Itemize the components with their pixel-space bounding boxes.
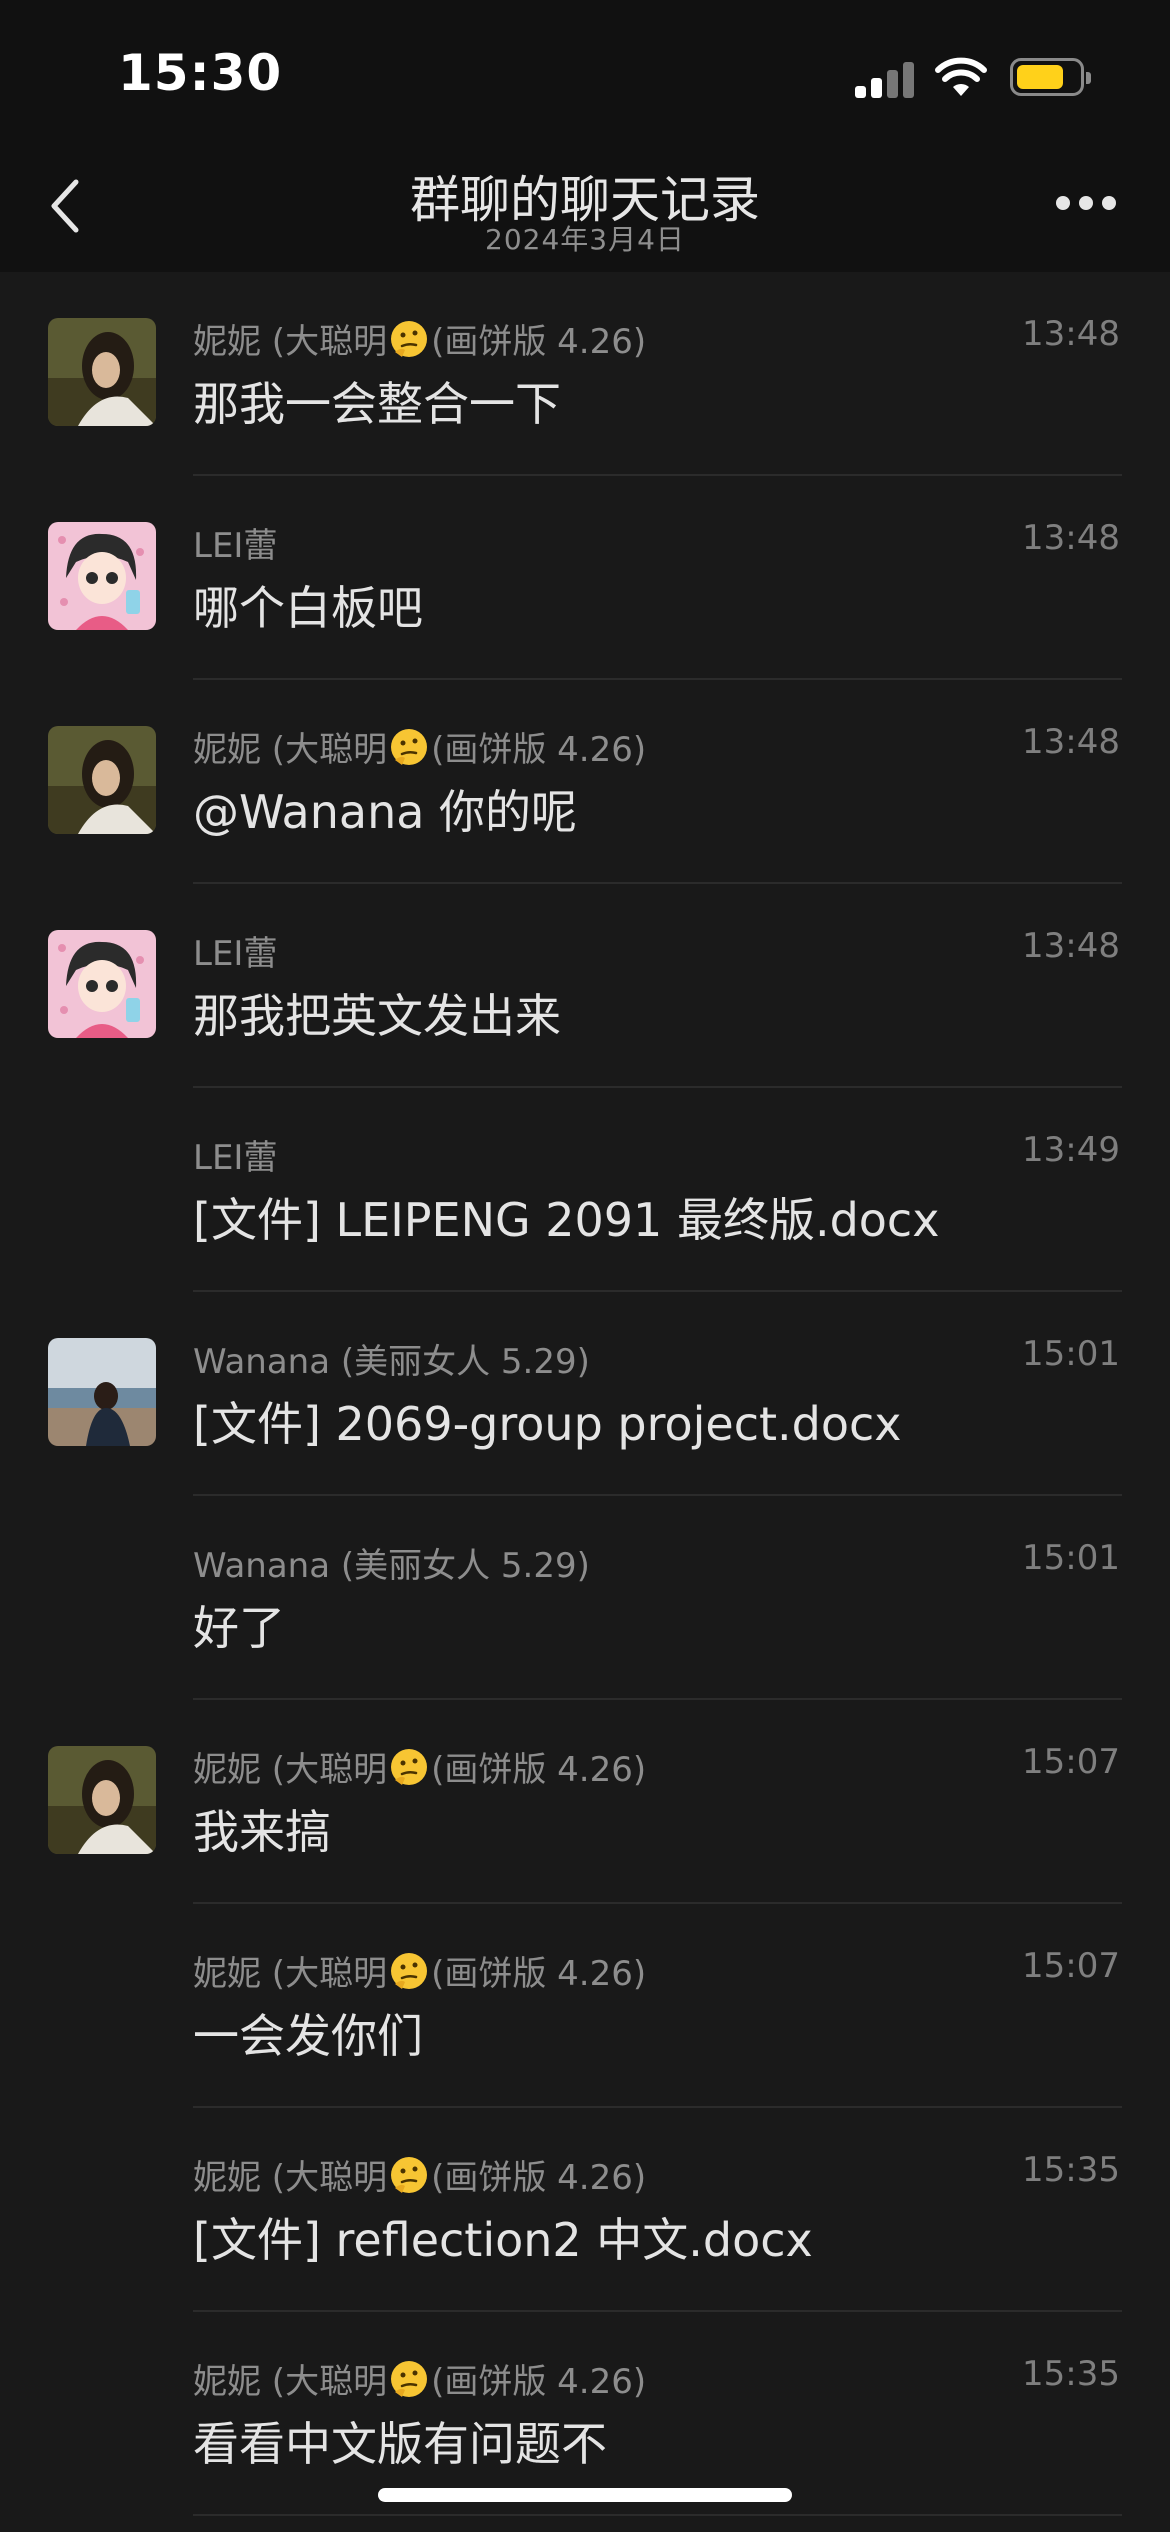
message-time: 13:48 xyxy=(1022,926,1120,966)
sender-name: 妮妮 (大聪明 (画饼版 4.26) xyxy=(193,1742,646,1791)
sender-name: 妮妮 (大聪明 (画饼版 4.26) xyxy=(193,1946,646,1995)
sender-name-suffix: (画饼版 4.26) xyxy=(431,2362,647,2402)
avatar[interactable] xyxy=(48,318,156,426)
sender-name-prefix: LEI蕾 xyxy=(193,1138,278,1178)
message-time: 13:48 xyxy=(1022,722,1120,762)
message-time: 13:49 xyxy=(1022,1130,1120,1170)
home-indicator xyxy=(378,2488,792,2502)
sender-name: 妮妮 (大聪明 (画饼版 4.26) xyxy=(193,314,646,363)
thinking-face-emoji-icon xyxy=(391,2361,428,2397)
message-text: 看看中文版有问题不 xyxy=(193,2417,607,2471)
sender-name: LEI蕾 xyxy=(193,518,277,567)
message-time: 15:01 xyxy=(1022,1334,1120,1374)
message-row[interactable]: LEI蕾 13:49 [文件] LEIPENG 2091 最终版.docx xyxy=(0,1088,1170,1292)
sender-name: Wanana (美丽女人 5.29) xyxy=(193,1334,590,1383)
sender-name-prefix: 妮妮 (大聪明 xyxy=(193,1750,388,1790)
avatar[interactable] xyxy=(48,930,156,1038)
sender-name: 妮妮 (大聪明 (画饼版 4.26) xyxy=(193,2150,646,2199)
sender-name-prefix: LEI蕾 xyxy=(193,934,278,974)
message-text: @Wanana 你的呢 xyxy=(193,785,578,839)
avatar[interactable] xyxy=(48,1746,156,1854)
message-row[interactable]: 妮妮 (大聪明 (画饼版 4.26) 13:48 那我一会整合一下 xyxy=(0,272,1170,476)
page-subtitle-date: 2024年3月4日 xyxy=(485,223,685,256)
message-time: 15:07 xyxy=(1022,1742,1120,1782)
message-row[interactable]: LEI蕾 13:48 那我把英文发出来 xyxy=(0,884,1170,1088)
more-options-icon[interactable] xyxy=(1056,196,1116,212)
sender-name: LEI蕾 xyxy=(193,926,277,975)
message-row[interactable]: LEI蕾 13:48 哪个白板吧 xyxy=(0,476,1170,680)
sender-name: 妮妮 (大聪明 (画饼版 4.26) xyxy=(193,2354,646,2403)
chat-history-list: 妮妮 (大聪明 (画饼版 4.26) 13:48 那我一会整合一下 LEI蕾 13:4… xyxy=(0,272,1170,2516)
message-row[interactable]: 妮妮 (大聪明 (画饼版 4.26) 13:48 @Wanana 你的呢 xyxy=(0,680,1170,884)
message-time: 15:07 xyxy=(1022,1946,1120,1986)
message-text: 我来搞 xyxy=(193,1805,331,1859)
thinking-face-emoji-icon xyxy=(391,2157,428,2193)
message-time: 15:01 xyxy=(1022,1538,1120,1578)
sender-name-prefix: LEI蕾 xyxy=(193,526,278,566)
thinking-face-emoji-icon xyxy=(391,1749,428,1785)
sender-name-prefix: 妮妮 (大聪明 xyxy=(193,1954,388,1994)
message-time: 15:35 xyxy=(1022,2354,1120,2394)
nav-bar: 群聊的聊天记录 2024年3月4日 xyxy=(0,140,1170,272)
thinking-face-emoji-icon xyxy=(391,729,428,765)
message-row[interactable]: 妮妮 (大聪明 (画饼版 4.26) 15:07 我来搞 xyxy=(0,1700,1170,1904)
thinking-face-emoji-icon xyxy=(391,321,428,357)
message-text: 那我把英文发出来 xyxy=(193,989,561,1043)
sender-name: Wanana (美丽女人 5.29) xyxy=(193,1538,590,1587)
sender-name-suffix: (画饼版 4.26) xyxy=(431,1954,647,1994)
message-text: [文件] 2069-group project.docx xyxy=(193,1397,902,1451)
message-time: 15:35 xyxy=(1022,2150,1120,2190)
avatar[interactable] xyxy=(48,726,156,834)
message-text: 好了 xyxy=(193,1601,285,1655)
thinking-face-emoji-icon xyxy=(391,1953,428,1989)
message-time: 13:48 xyxy=(1022,518,1120,558)
message-row[interactable]: Wanana (美丽女人 5.29) 15:01 [文件] 2069-group p… xyxy=(0,1292,1170,1496)
message-row[interactable]: 妮妮 (大聪明 (画饼版 4.26) 15:35 看看中文版有问题不 xyxy=(0,2312,1170,2516)
battery-icon xyxy=(1010,58,1091,96)
sender-name: 妮妮 (大聪明 (画饼版 4.26) xyxy=(193,722,646,771)
sender-name-prefix: 妮妮 (大聪明 xyxy=(193,322,388,362)
sender-name-suffix: (画饼版 4.26) xyxy=(431,730,647,770)
wifi-icon xyxy=(935,57,987,96)
message-time: 13:48 xyxy=(1022,314,1120,354)
sender-name-prefix: 妮妮 (大聪明 xyxy=(193,2158,388,2198)
divider xyxy=(193,2514,1122,2516)
message-row[interactable]: Wanana (美丽女人 5.29) 15:01 好了 xyxy=(0,1496,1170,1700)
message-row[interactable]: 妮妮 (大聪明 (画饼版 4.26) 15:07 一会发你们 xyxy=(0,1904,1170,2108)
message-text: [文件] LEIPENG 2091 最终版.docx xyxy=(193,1193,940,1247)
sender-name: LEI蕾 xyxy=(193,1130,277,1179)
avatar[interactable] xyxy=(48,1338,156,1446)
sender-name-suffix: (画饼版 4.26) xyxy=(431,2158,647,2198)
sender-name-suffix: (画饼版 4.26) xyxy=(431,1750,647,1790)
sender-name-suffix: (画饼版 4.26) xyxy=(431,322,647,362)
status-time: 15:30 xyxy=(118,44,283,102)
message-text: [文件] reflection2 中文.docx xyxy=(193,2213,813,2267)
sender-name-prefix: Wanana (美丽女人 5.29) xyxy=(193,1546,590,1586)
sender-name-prefix: 妮妮 (大聪明 xyxy=(193,2362,388,2402)
status-bar: 15:30 xyxy=(0,0,1170,140)
avatar[interactable] xyxy=(48,522,156,630)
sender-name-prefix: Wanana (美丽女人 5.29) xyxy=(193,1342,590,1382)
message-text: 一会发你们 xyxy=(193,2009,423,2063)
cellular-signal-icon xyxy=(855,58,915,98)
sender-name-prefix: 妮妮 (大聪明 xyxy=(193,730,388,770)
message-row[interactable]: 妮妮 (大聪明 (画饼版 4.26) 15:35 [文件] reflection2 … xyxy=(0,2108,1170,2312)
message-text: 那我一会整合一下 xyxy=(193,377,561,431)
message-text: 哪个白板吧 xyxy=(193,581,423,635)
